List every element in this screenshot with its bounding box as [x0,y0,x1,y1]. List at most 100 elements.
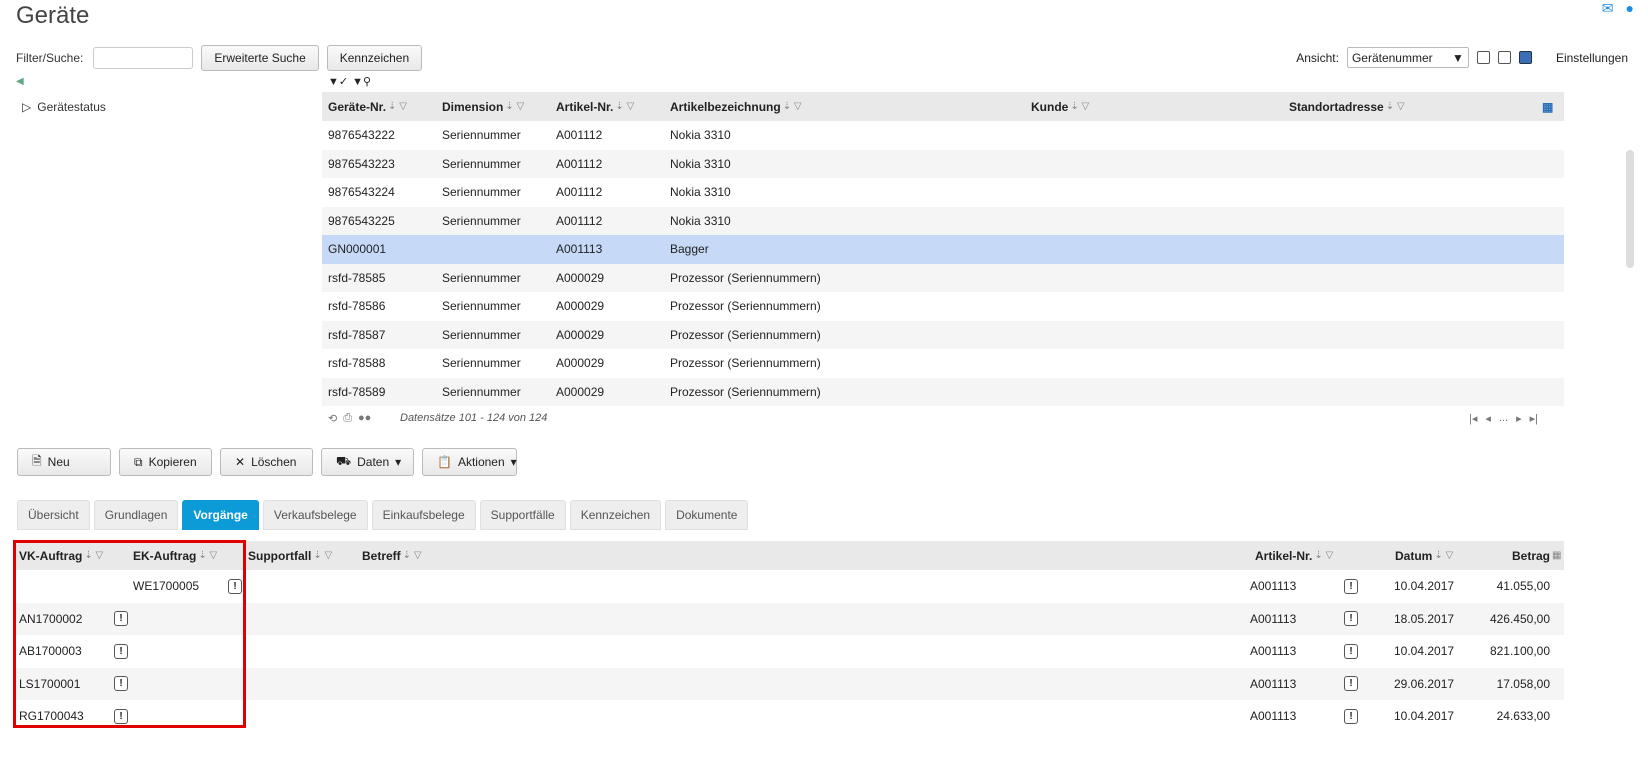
search-input[interactable] [93,47,194,69]
info-icon[interactable]: ! [1344,578,1358,594]
print-icon[interactable]: ⎙ [343,412,352,425]
table-cell: 29.06.2017 [1394,676,1455,691]
table-row[interactable]: 9876543223 Seriennummer A001112 Nokia 3310 [322,149,1564,178]
table-row[interactable]: AN1700002 A001113 18.05.2017 426.450,00!! [13,602,1564,636]
view-split-icon[interactable] [1497,51,1511,64]
table-row[interactable]: rsfd-78585 Seriennummer A000029 Prozessor (… [322,263,1564,292]
table-row[interactable]: 9876543225 Seriennummer A001112 Nokia 3310 [322,206,1564,235]
view-select[interactable]: Gerätenummer ▼ [1346,47,1469,68]
data-menu-button[interactable]: ⛟ Daten ▾ [321,448,414,476]
new-button[interactable]: 🗎 Neu [17,448,111,476]
delete-button[interactable]: ✕ Löschen [220,448,313,476]
info-icon[interactable]: ! [114,676,128,692]
info-icon[interactable]: ! [1344,676,1358,692]
info-button[interactable]: ! [114,603,128,636]
column-chooser-icon[interactable]: ▦ [1542,92,1553,121]
info-icon[interactable]: ! [1344,611,1358,627]
table-cell: Nokia 3310 [670,156,731,171]
next-page-icon[interactable]: ▸ [1516,412,1522,425]
scrollbar[interactable] [1626,150,1634,268]
table-cell: A001113 [556,242,603,257]
tab[interactable]: Grundlagen [93,500,179,530]
tree-item-status[interactable]: ▷ Gerätestatus [22,100,106,114]
view-detail-icon[interactable] [1518,51,1532,64]
table-row[interactable]: rsfd-78586 Seriennummer A000029 Prozessor (… [322,292,1564,321]
table-row[interactable]: 9876543222 Seriennummer A001112 Nokia 3310 [322,121,1564,150]
column-header[interactable]: EK-Auftrag ⇣ ▽ [133,541,217,570]
table-row[interactable]: AB1700003 A001113 10.04.2017 821.100,00!! [13,635,1564,668]
table-row[interactable]: rsfd-78589 Seriennummer A000029 Prozessor (… [322,377,1564,406]
table-cell: Prozessor (Seriennummern) [670,299,821,314]
info-icon[interactable]: ! [228,578,242,594]
column-header[interactable]: Standortadresse ⇣ ▽ [1289,92,1405,121]
column-header[interactable]: Kunde ⇣ ▽ [1031,92,1089,121]
info-button[interactable]: ! [1344,668,1358,701]
column-header[interactable]: Geräte-Nr. ⇣ ▽ [328,92,407,121]
info-button[interactable]: ! [1344,700,1358,733]
export-icon[interactable]: ●● [358,412,371,425]
tab[interactable]: Supportfälle [479,500,566,530]
column-header[interactable]: Supportfall ⇣ ▽ [248,541,332,570]
column-header[interactable]: Artikel-Nr. ⇣ ▽ [1255,541,1333,570]
info-icon[interactable]: ! [114,708,128,724]
info-button[interactable]: ! [228,570,242,603]
tab[interactable]: Kennzeichen [569,500,662,530]
info-button[interactable]: ! [114,668,128,701]
tab[interactable]: Dokumente [665,500,749,530]
pager-more[interactable]: ... [1499,412,1508,425]
tab[interactable]: Verkaufsbelege [262,500,368,530]
info-button[interactable]: ! [114,635,128,668]
table-row[interactable]: RG1700043 A001113 10.04.2017 24.633,00!! [13,700,1564,733]
table-row[interactable]: LS1700001 A001113 29.06.2017 17.058,00!! [13,667,1564,701]
help-icon[interactable]: ● [1626,0,1634,17]
info-button[interactable]: ! [1344,570,1358,603]
table-row[interactable]: 9876543224 Seriennummer A001112 Nokia 3310 [322,178,1564,207]
collapse-sidebar-icon[interactable]: ◀ [16,76,24,87]
view-bar: Ansicht: Gerätenummer ▼ Einstellungen [1296,47,1628,68]
info-icon[interactable]: ! [1344,708,1358,724]
tab[interactable]: Vorgänge [182,500,259,530]
column-header[interactable]: VK-Auftrag ⇣ ▽ [19,541,103,570]
table-cell: Seriennummer [442,327,521,342]
column-header[interactable]: Artikel-Nr. ⇣ ▽ [556,92,634,121]
info-icon[interactable]: ! [1344,643,1358,659]
filter-apply-icon[interactable]: ▼✓ [328,75,348,88]
tab[interactable]: Übersicht [17,500,90,530]
table-row[interactable]: GN000001 A001113 Bagger [322,235,1564,264]
view-single-icon[interactable] [1476,51,1490,64]
column-header[interactable]: Datum ⇣ ▽ [1395,541,1453,570]
advanced-search-button[interactable]: Erweiterte Suche [201,45,319,71]
info-button[interactable]: ! [1344,603,1358,636]
tab[interactable]: Einkaufsbelege [371,500,476,530]
dropdown-arrow-icon: ▼ [1452,50,1464,65]
info-icon[interactable]: ! [114,611,128,627]
refresh-icon[interactable]: ⟲ [328,412,337,425]
expand-icon[interactable]: ▷ [22,100,31,114]
table-cell: LS1700001 [19,676,81,691]
info-button[interactable]: ! [114,700,128,733]
column-header[interactable]: Dimension ⇣ ▽ [442,92,524,121]
info-button[interactable]: ! [1344,635,1358,668]
tags-button[interactable]: Kennzeichen [326,45,423,71]
actions-menu-button[interactable]: 📋 Aktionen ▾ [422,448,517,476]
copy-button[interactable]: ⧉ Kopieren [119,448,212,476]
info-icon[interactable]: ! [114,643,128,659]
tree-item-label: Gerätestatus [37,100,106,114]
table-cell: Seriennummer [442,356,521,371]
settings-link[interactable]: Einstellungen [1556,51,1628,65]
filter-icons: ▼✓ ▼⚲ [328,75,371,88]
column-header[interactable]: Artikelbezeichnung ⇣ ▽ [670,92,802,121]
column-header[interactable]: Betreff ⇣ ▽ [362,541,422,570]
close-icon: ✕ [235,455,246,469]
column-header[interactable]: Betrag ▦ [1512,541,1561,570]
mail-icon[interactable]: ✉ [1602,0,1614,17]
prev-page-icon[interactable]: ◂ [1485,412,1491,425]
table-row[interactable]: WE1700005 A001113 10.04.2017 41.055,00!! [13,570,1564,603]
table-cell: A000029 [556,299,605,314]
filter-search-icon[interactable]: ▼⚲ [352,75,371,88]
table-row[interactable]: rsfd-78587 Seriennummer A000029 Prozessor (… [322,320,1564,349]
table-row[interactable]: rsfd-78588 Seriennummer A000029 Prozessor (… [322,349,1564,378]
last-page-icon[interactable]: ▸| [1530,412,1538,425]
filter-label: Filter/Suche: [16,51,84,65]
first-page-icon[interactable]: |◂ [1469,412,1477,425]
